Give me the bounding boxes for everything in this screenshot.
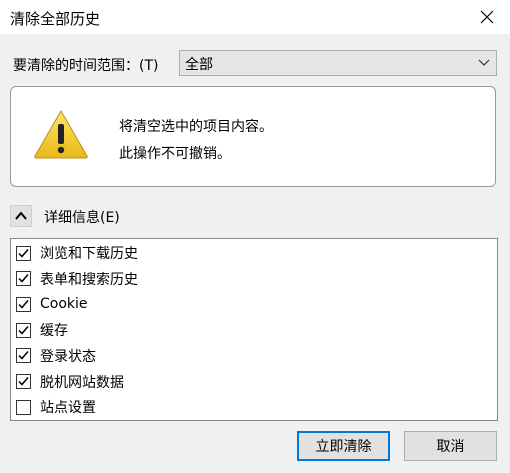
- list-item[interactable]: 表单和搜索历史: [16, 268, 138, 290]
- list-item-label: 登录状态: [40, 348, 96, 365]
- list-item[interactable]: 浏览和下载历史: [16, 242, 138, 264]
- list-item[interactable]: Cookie: [16, 293, 88, 315]
- checkbox-checked[interactable]: [16, 374, 31, 389]
- list-item-label: 缓存: [40, 323, 68, 340]
- checkbox-checked[interactable]: [16, 348, 31, 364]
- time-range-select[interactable]: 全部: [179, 50, 497, 76]
- details-label: 详细信息(E): [44, 210, 120, 226]
- list-item-label: 浏览和下载历史: [40, 246, 138, 262]
- list-item-label: 表单和搜索历史: [40, 271, 138, 288]
- window-title: 清除全部历史: [10, 10, 101, 28]
- checkbox-checked[interactable]: [16, 245, 31, 261]
- clear-now-button[interactable]: 立即清除: [297, 431, 390, 461]
- warning-icon: [34, 110, 88, 159]
- list-item-label: 脱机网站数据: [40, 374, 124, 391]
- list-item[interactable]: 缓存: [16, 319, 68, 341]
- checkbox-checked[interactable]: [16, 296, 31, 312]
- clear-items-list: 浏览和下载历史 表单和搜索历史 Cookie 缓存登录状态脱机网站数据 站点设置: [10, 238, 498, 421]
- chevron-up-icon: [15, 211, 27, 220]
- chevron-down-icon: [478, 59, 490, 66]
- time-range-label: 要清除的时间范围：(T): [13, 58, 159, 74]
- checkbox-unchecked[interactable]: [16, 399, 31, 415]
- checkbox-checked[interactable]: [16, 271, 31, 287]
- list-item[interactable]: 登录状态: [16, 345, 96, 367]
- close-button[interactable]: [464, 0, 510, 34]
- time-range-row: 要清除的时间范围：(T) 全部: [13, 50, 498, 76]
- cancel-button[interactable]: 取消: [404, 431, 497, 461]
- details-toggle-button[interactable]: [10, 205, 32, 227]
- warning-panel: 将清空选中的项目内容。 此操作不可撤销。: [10, 86, 496, 187]
- list-item-label: Cookie: [40, 296, 88, 313]
- checkbox-checked[interactable]: [16, 322, 31, 338]
- list-item[interactable]: 站点设置: [16, 396, 96, 418]
- warning-text-line1: 将清空选中的项目内容。: [119, 119, 273, 135]
- time-range-value: 全部: [185, 57, 213, 73]
- title-bar: 清除全部历史: [0, 0, 510, 34]
- warning-text-line2: 此操作不可撤销。: [119, 146, 231, 162]
- list-item[interactable]: 脱机网站数据: [16, 371, 124, 393]
- list-item-label: 站点设置: [40, 400, 96, 417]
- close-icon: [480, 10, 494, 24]
